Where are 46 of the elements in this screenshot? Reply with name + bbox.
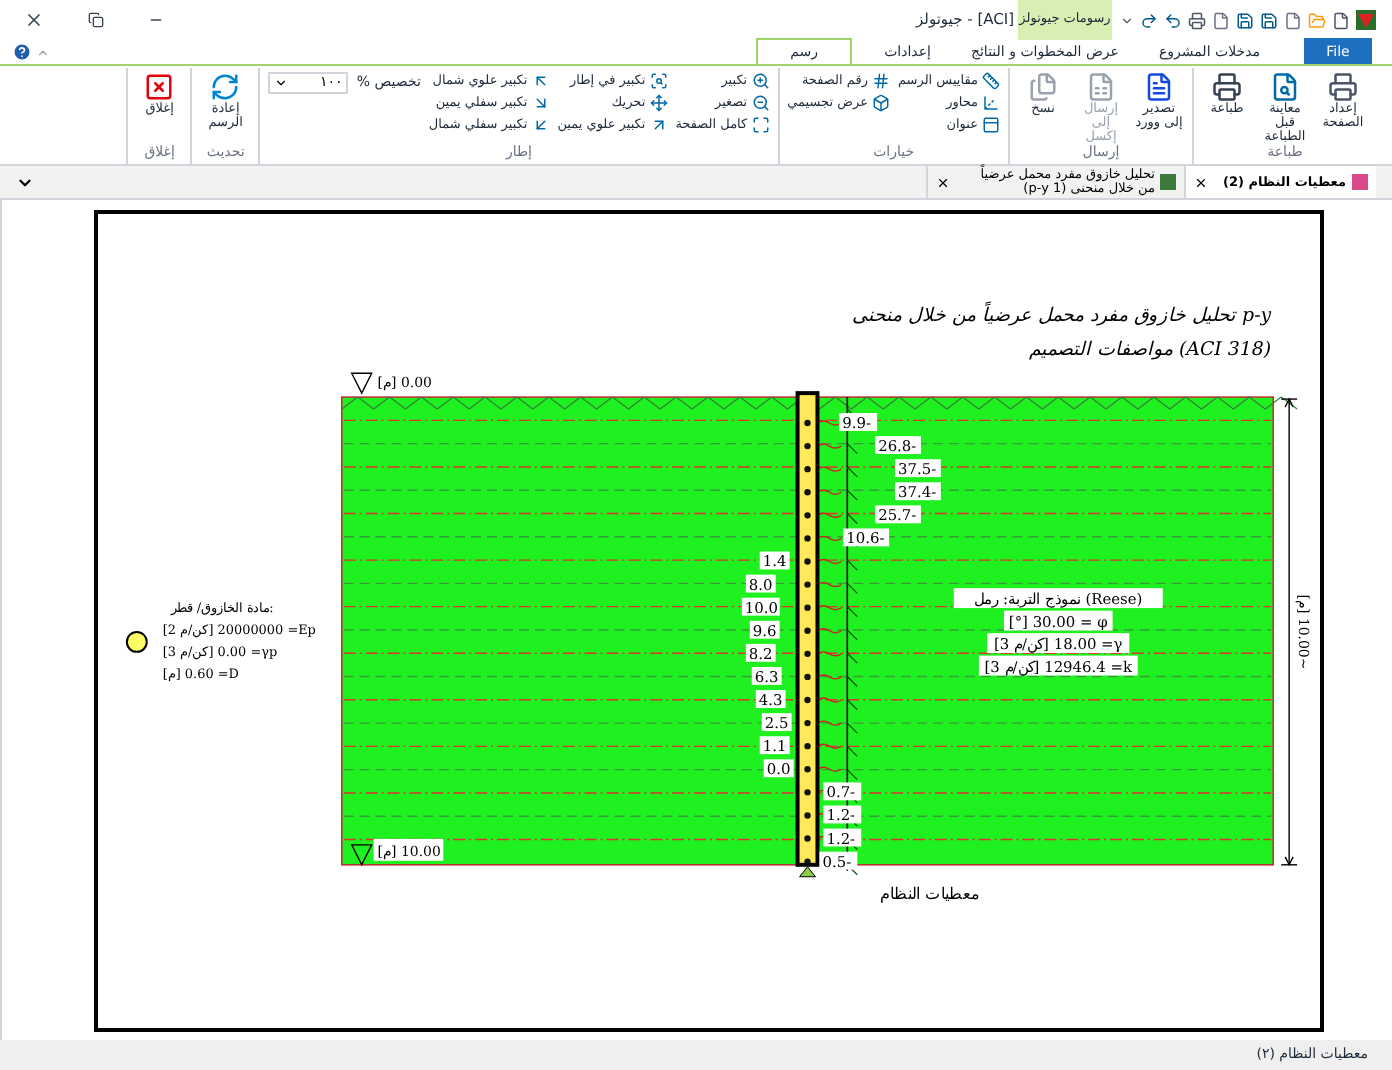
save-icon[interactable] — [1236, 11, 1254, 29]
ruler-icon — [982, 72, 1000, 90]
pile-material-icon — [125, 630, 148, 653]
refresh-icon — [210, 72, 241, 102]
move-icon — [649, 94, 668, 112]
cube-icon — [871, 94, 890, 112]
printer-icon — [1212, 72, 1242, 102]
copy-icon — [1028, 72, 1058, 102]
printer-icon — [1328, 72, 1358, 102]
close-icon[interactable] — [24, 10, 44, 30]
zoom-frame-icon — [649, 72, 668, 90]
maximize-icon — [751, 116, 770, 134]
document-icon — [1352, 174, 1368, 190]
dropdown-icon[interactable] — [1120, 13, 1134, 27]
close-tab-icon[interactable] — [1194, 175, 1209, 189]
undo-icon[interactable] — [1164, 11, 1182, 29]
page-icon[interactable] — [1284, 11, 1302, 29]
axes-icon — [982, 94, 1000, 112]
arrow-icon — [531, 72, 550, 90]
save-icon[interactable] — [1260, 11, 1278, 29]
page-search-icon — [1270, 72, 1300, 102]
document-icon — [1160, 174, 1177, 190]
close-tab-icon[interactable] — [936, 175, 951, 189]
printer-icon[interactable] — [1188, 11, 1206, 29]
redo-icon[interactable] — [1140, 11, 1158, 29]
spreadsheet-icon — [1086, 72, 1116, 102]
page-icon[interactable] — [1212, 11, 1230, 29]
dropdown-icon — [274, 76, 289, 90]
level-marker-icon — [350, 844, 373, 867]
arrow-icon — [531, 116, 550, 134]
restore-icon[interactable] — [88, 12, 104, 28]
drawing-title: تحليل خازوق مفرد محمل عرضياً من خلال منحنى p-y — [852, 305, 1272, 328]
window-close-icon — [144, 72, 175, 102]
document-icon — [1144, 72, 1174, 102]
drawing-subtitle: مواصفات التصميم (ACI 318) — [1028, 339, 1272, 362]
level-marker-icon — [350, 372, 373, 395]
zoom-in-icon — [751, 72, 770, 90]
hash-icon — [871, 72, 890, 90]
drawing-caption: معطيات النظام — [879, 884, 979, 903]
help-icon[interactable] — [12, 42, 32, 62]
arrow-icon — [531, 94, 550, 112]
title-icon — [982, 116, 1000, 134]
app-logo-icon — [1356, 10, 1376, 30]
new-file-icon[interactable] — [1332, 11, 1350, 29]
arrow-icon — [649, 116, 668, 134]
zoom-out-icon — [751, 94, 770, 112]
